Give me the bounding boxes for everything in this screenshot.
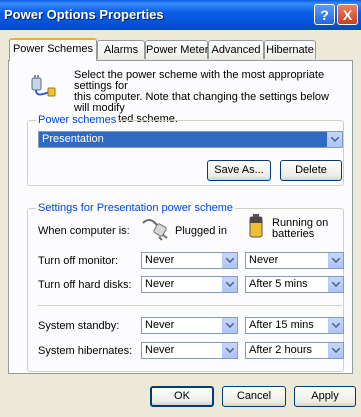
hard-disks-battery-select[interactable]: After 5 mins bbox=[245, 276, 344, 293]
chevron-down-icon[interactable] bbox=[328, 277, 343, 292]
close-button[interactable]: X bbox=[337, 4, 358, 25]
batteries-line: batteries bbox=[272, 228, 315, 240]
cancel-button[interactable]: Cancel bbox=[222, 386, 286, 407]
plug-icon bbox=[141, 215, 169, 241]
intro-line: Select the power scheme with the most ap… bbox=[74, 69, 325, 92]
standby-battery-select[interactable]: After 15 mins bbox=[245, 317, 344, 334]
hibernate-battery-select[interactable]: After 2 hours bbox=[245, 342, 344, 359]
tab-alarms[interactable]: Alarms bbox=[97, 40, 145, 59]
battery-icon bbox=[249, 214, 263, 238]
chevron-down-icon[interactable] bbox=[327, 132, 342, 147]
tab-hibernate[interactable]: Hibernate bbox=[264, 40, 316, 59]
chevron-down-icon[interactable] bbox=[328, 253, 343, 268]
power-schemes-group-label: Power schemes bbox=[36, 114, 119, 126]
ok-button[interactable]: OK bbox=[150, 386, 214, 407]
title-bar[interactable]: Power Options Properties ? X bbox=[0, 0, 361, 30]
select-value: Never bbox=[145, 319, 175, 331]
window-title: Power Options Properties bbox=[4, 7, 164, 22]
select-value: Never bbox=[249, 254, 279, 266]
apply-button[interactable]: Apply bbox=[294, 386, 356, 407]
tab-power-schemes[interactable]: Power Schemes bbox=[9, 38, 97, 61]
intro-line: this computer. Note that changing the se… bbox=[74, 91, 329, 114]
plugged-in-label: Plugged in bbox=[175, 225, 227, 237]
chevron-down-icon[interactable] bbox=[222, 253, 237, 268]
help-button[interactable]: ? bbox=[314, 4, 335, 25]
running-on-batteries-label: Running on batteries bbox=[272, 218, 328, 240]
system-hibernates-label: System hibernates: bbox=[38, 345, 133, 357]
chevron-down-icon[interactable] bbox=[328, 318, 343, 333]
chevron-down-icon[interactable] bbox=[222, 318, 237, 333]
power-scheme-value: Presentation bbox=[42, 133, 104, 145]
tab-power-meter[interactable]: Power Meter bbox=[145, 40, 208, 59]
monitor-battery-select[interactable]: Never bbox=[245, 252, 344, 269]
select-value: After 5 mins bbox=[249, 278, 308, 290]
delete-button[interactable]: Delete bbox=[280, 160, 342, 181]
help-icon: ? bbox=[320, 7, 329, 23]
power-plug-icon bbox=[30, 72, 56, 97]
chevron-down-icon[interactable] bbox=[222, 277, 237, 292]
divider bbox=[38, 305, 342, 306]
standby-plugged-select[interactable]: Never bbox=[141, 317, 238, 334]
chevron-down-icon[interactable] bbox=[328, 343, 343, 358]
power-options-window: Power Options Properties ? X Power Schem… bbox=[0, 0, 361, 417]
tab-advanced[interactable]: Advanced bbox=[208, 40, 264, 59]
select-value: After 2 hours bbox=[249, 344, 312, 356]
when-computer-is-label: When computer is: bbox=[38, 225, 130, 237]
close-icon: X bbox=[342, 7, 353, 23]
hard-disks-plugged-select[interactable]: Never bbox=[141, 276, 238, 293]
select-value: Never bbox=[145, 278, 175, 290]
save-as-button[interactable]: Save As... bbox=[207, 160, 271, 181]
hibernate-plugged-select[interactable]: Never bbox=[141, 342, 238, 359]
power-scheme-select[interactable]: Presentation bbox=[38, 131, 343, 148]
select-value: Never bbox=[145, 344, 175, 356]
turn-off-monitor-label: Turn off monitor: bbox=[38, 255, 119, 267]
scheme-settings-group-label: Settings for Presentation power scheme bbox=[36, 202, 236, 214]
select-value: After 15 mins bbox=[249, 319, 314, 331]
system-standby-label: System standby: bbox=[38, 320, 120, 332]
chevron-down-icon[interactable] bbox=[222, 343, 237, 358]
monitor-plugged-select[interactable]: Never bbox=[141, 252, 238, 269]
select-value: Never bbox=[145, 254, 175, 266]
turn-off-hard-disks-label: Turn off hard disks: bbox=[38, 279, 132, 291]
